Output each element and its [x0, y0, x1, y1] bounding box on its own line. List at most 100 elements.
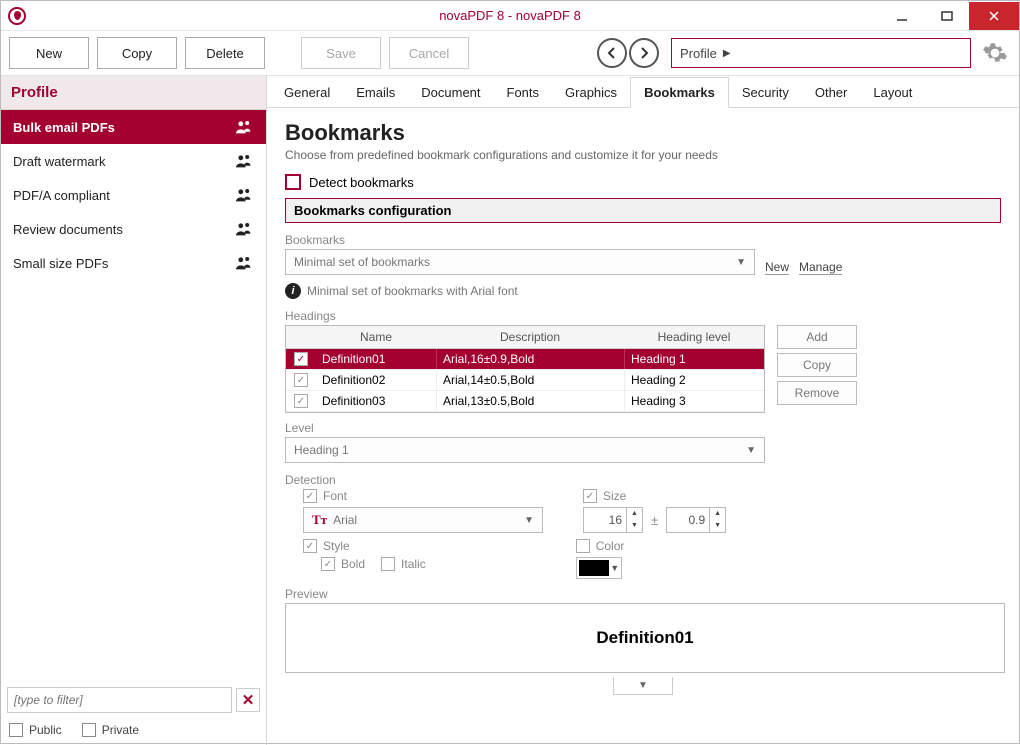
- cancel-button[interactable]: Cancel: [389, 37, 469, 69]
- window-title: novaPDF 8 - novaPDF 8: [439, 8, 581, 23]
- row-checkbox[interactable]: ✓: [294, 373, 308, 387]
- add-button[interactable]: Add: [777, 325, 857, 349]
- users-icon: [234, 221, 254, 237]
- tab-general[interactable]: General: [271, 78, 343, 107]
- sidebar: Profile Bulk email PDFsDraft watermarkPD…: [1, 76, 267, 745]
- new-link[interactable]: New: [765, 260, 789, 275]
- maximize-button[interactable]: [924, 2, 969, 30]
- profile-breadcrumb[interactable]: Profile ▶: [671, 38, 971, 68]
- page-content: Bookmarks Choose from predefined bookmar…: [267, 108, 1019, 745]
- toolbar: New Copy Delete Save Cancel Profile ▶: [1, 31, 1019, 76]
- detection-label: Detection: [285, 473, 1001, 487]
- font-label: Font: [323, 489, 347, 503]
- public-label: Public: [29, 723, 62, 737]
- tab-other[interactable]: Other: [802, 78, 861, 107]
- size-label: Size: [603, 489, 626, 503]
- close-button[interactable]: [969, 2, 1019, 30]
- settings-button[interactable]: [979, 38, 1011, 68]
- expand-button[interactable]: ▼: [613, 677, 673, 695]
- save-button[interactable]: Save: [301, 37, 381, 69]
- col-name: Name: [316, 326, 436, 348]
- chevron-down-icon: ▼: [524, 515, 534, 526]
- bold-label: Bold: [341, 557, 365, 571]
- users-icon: [234, 187, 254, 203]
- tab-layout[interactable]: Layout: [860, 78, 925, 107]
- chevron-down-icon: ▼: [736, 257, 746, 268]
- headings-table: Name Description Heading level ✓Definiti…: [285, 325, 765, 413]
- font-combo[interactable]: Tᴛ Arial ▼: [303, 507, 543, 533]
- sidebar-item[interactable]: PDF/A compliant: [1, 178, 266, 212]
- filter-input[interactable]: [7, 687, 232, 713]
- italic-checkbox[interactable]: [381, 557, 395, 571]
- tabs: GeneralEmailsDocumentFontsGraphicsBookma…: [267, 76, 1019, 108]
- col-heading: Heading level: [624, 326, 764, 348]
- tab-emails[interactable]: Emails: [343, 78, 408, 107]
- size-spinner[interactable]: 16▲▼: [583, 507, 643, 533]
- row-checkbox[interactable]: ✓: [294, 352, 308, 366]
- row-checkbox[interactable]: ✓: [294, 394, 308, 408]
- color-checkbox[interactable]: [576, 539, 590, 553]
- private-label: Private: [102, 723, 139, 737]
- color-swatch: [579, 560, 609, 576]
- users-icon: [234, 119, 254, 135]
- level-combo[interactable]: Heading 1 ▼: [285, 437, 765, 463]
- chevron-down-icon: ▼: [746, 445, 756, 456]
- tolerance-spinner[interactable]: 0.9▲▼: [666, 507, 726, 533]
- users-icon: [234, 255, 254, 271]
- sidebar-item[interactable]: Review documents: [1, 212, 266, 246]
- table-row[interactable]: ✓Definition02Arial,14±0.5,BoldHeading 2: [286, 370, 764, 391]
- truetype-icon: Tᴛ: [312, 512, 327, 528]
- color-label: Color: [596, 539, 625, 553]
- info-icon: i: [285, 283, 301, 299]
- size-checkbox[interactable]: ✓: [583, 489, 597, 503]
- forward-button[interactable]: [629, 38, 659, 68]
- bookmarks-combo[interactable]: Minimal set of bookmarks ▼: [285, 249, 755, 275]
- copy-heading-button[interactable]: Copy: [777, 353, 857, 377]
- private-checkbox[interactable]: [82, 723, 96, 737]
- bold-checkbox[interactable]: ✓: [321, 557, 335, 571]
- sidebar-item[interactable]: Bulk email PDFs: [1, 110, 266, 144]
- tab-graphics[interactable]: Graphics: [552, 78, 630, 107]
- tab-bookmarks[interactable]: Bookmarks: [630, 77, 729, 108]
- color-picker[interactable]: ▼: [576, 557, 622, 579]
- app-icon: [8, 7, 26, 25]
- detect-bookmarks-checkbox[interactable]: [285, 174, 301, 190]
- page-subtitle: Choose from predefined bookmark configur…: [285, 148, 1001, 162]
- italic-label: Italic: [401, 557, 426, 571]
- new-button[interactable]: New: [9, 37, 89, 69]
- level-label: Level: [285, 421, 765, 435]
- tab-security[interactable]: Security: [729, 78, 802, 107]
- tab-fonts[interactable]: Fonts: [494, 78, 553, 107]
- font-checkbox[interactable]: ✓: [303, 489, 317, 503]
- preview-label: Preview: [285, 587, 1001, 601]
- info-text: Minimal set of bookmarks with Arial font: [307, 284, 518, 298]
- back-button[interactable]: [597, 38, 627, 68]
- tab-document[interactable]: Document: [408, 78, 493, 107]
- sidebar-item[interactable]: Draft watermark: [1, 144, 266, 178]
- manage-link[interactable]: Manage: [799, 260, 842, 275]
- plus-minus-label: ±: [647, 513, 662, 528]
- section-header: Bookmarks configuration: [285, 198, 1001, 223]
- col-description: Description: [436, 326, 624, 348]
- sidebar-header: Profile: [1, 76, 266, 110]
- profile-label: Profile: [680, 46, 717, 61]
- chevron-down-icon: ▼: [609, 563, 621, 573]
- users-icon: [234, 153, 254, 169]
- public-checkbox[interactable]: [9, 723, 23, 737]
- sidebar-item[interactable]: Small size PDFs: [1, 246, 266, 280]
- gear-icon: [982, 40, 1008, 66]
- copy-button[interactable]: Copy: [97, 37, 177, 69]
- table-row[interactable]: ✓Definition01Arial,16±0.9,BoldHeading 1: [286, 349, 764, 370]
- remove-button[interactable]: Remove: [777, 381, 857, 405]
- minimize-button[interactable]: [879, 2, 924, 30]
- style-label: Style: [323, 539, 350, 553]
- filter-clear-button[interactable]: ✕: [236, 688, 260, 712]
- style-checkbox[interactable]: ✓: [303, 539, 317, 553]
- table-row[interactable]: ✓Definition03Arial,13±0.5,BoldHeading 3: [286, 391, 764, 412]
- titlebar: novaPDF 8 - novaPDF 8: [1, 1, 1019, 31]
- bookmarks-label: Bookmarks: [285, 233, 1001, 247]
- headings-label: Headings: [285, 309, 1001, 323]
- preview-box: Definition01: [285, 603, 1005, 673]
- page-title: Bookmarks: [285, 120, 1001, 146]
- delete-button[interactable]: Delete: [185, 37, 265, 69]
